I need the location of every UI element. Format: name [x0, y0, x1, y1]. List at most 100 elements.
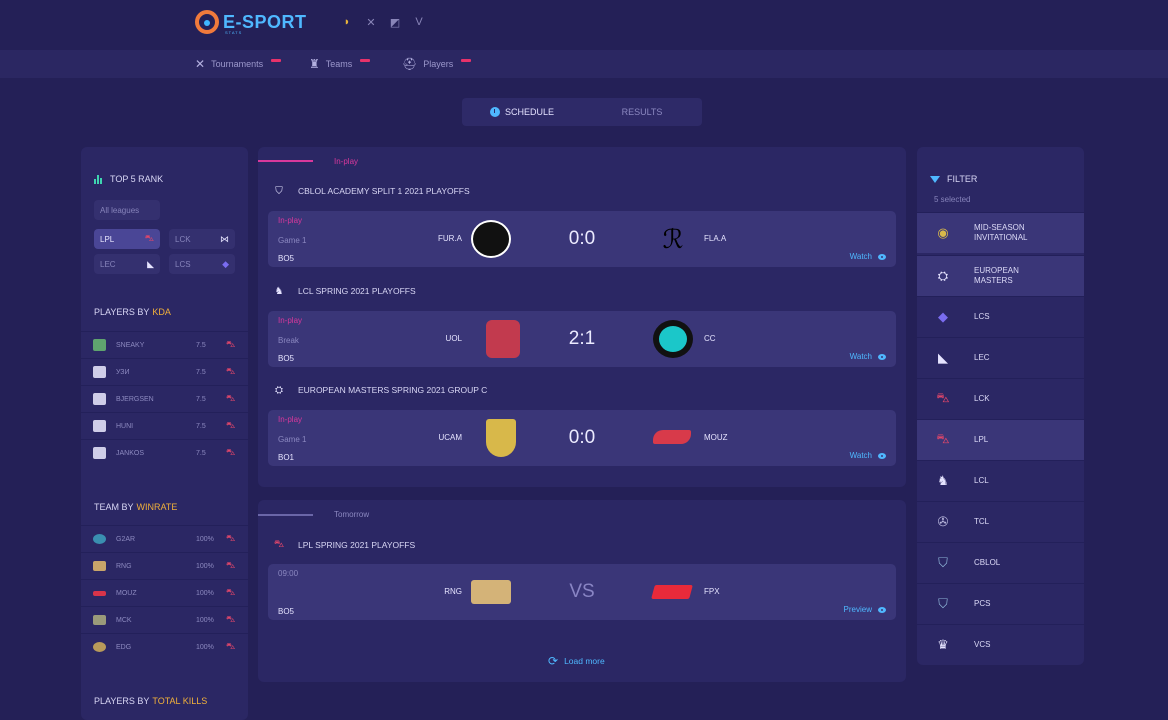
team-logo-icon	[93, 561, 106, 571]
filter-panel: FILTER 5 selected ◉ MID-SEASON INVITATION…	[917, 147, 1084, 665]
cblol-logo-icon: ⛉	[938, 555, 948, 570]
tcl-logo-icon: ✇	[937, 514, 949, 529]
valorant-icon[interactable]: V	[412, 15, 426, 29]
league-chip-lpl[interactable]: LPL ⛍	[94, 229, 160, 249]
match-card[interactable]: In-play Game 1 BO1 UCAM 0:0 MOUZ Watch	[268, 410, 896, 466]
lcl-logo-icon: ♞	[937, 473, 949, 488]
filter-item-lck[interactable]: ⛍ LCK	[917, 378, 1084, 419]
lec-logo-icon: ◣	[938, 350, 948, 365]
league-chip-label: LCK	[175, 234, 191, 244]
team2-name: CC	[704, 334, 716, 343]
filter-item-lcl[interactable]: ♞ LCL	[917, 460, 1084, 501]
filter-item-msi[interactable]: ◉ MID-SEASON INVITATIONAL	[917, 212, 1084, 253]
inplay-indicator	[258, 160, 313, 162]
em-logo-icon: ⛭	[937, 268, 949, 283]
list-item[interactable]: УЗИ 7.5 ⛍	[81, 358, 248, 385]
league-header[interactable]: ⛭ EUROPEAN MASTERS SPRING 2021 GROUP C	[268, 383, 487, 397]
list-item[interactable]: BJERGSEN 7.5 ⛍	[81, 385, 248, 412]
league-chip-lec[interactable]: LEC ◣	[94, 254, 160, 274]
lpl-logo-icon: ⛍	[226, 393, 236, 403]
match-card[interactable]: In-play Break BO5 UOL 2:1 CC Watch	[268, 311, 896, 367]
league-header[interactable]: ⛉ CBLOL ACADEMY SPLIT 1 2021 PLAYOFFS	[268, 184, 469, 198]
watch-label: Watch	[849, 252, 872, 261]
lcs-logo-icon: ◆	[222, 258, 229, 269]
watch-button[interactable]: Watch	[850, 252, 886, 261]
filter-item-label: CBLOL	[974, 558, 1001, 567]
league-chip-lck[interactable]: LCK ⋈	[169, 229, 235, 249]
lpl-logo-icon: ⛍	[226, 560, 236, 570]
list-item[interactable]: G2AR 100% ⛍	[81, 525, 248, 552]
league-chip-label: LCS	[175, 259, 191, 269]
preview-label: Preview	[843, 605, 872, 614]
list-item[interactable]: MCK 100% ⛍	[81, 606, 248, 633]
list-item[interactable]: JANKOS 7.5 ⛍	[81, 439, 248, 466]
pcs-logo-icon: ⛉	[938, 596, 948, 611]
nav-tournaments[interactable]: ✕ Tournaments	[195, 57, 282, 71]
filter-item-cblol[interactable]: ⛉ CBLOL	[917, 542, 1084, 583]
watch-button[interactable]: Watch	[850, 451, 886, 460]
filter-item-label: LEC	[974, 353, 990, 362]
filter-item-lpl[interactable]: ⛍ LPL	[917, 419, 1084, 460]
team-name: EDG	[116, 643, 132, 651]
filter-selected-count: 5 selected	[934, 195, 971, 204]
list-item[interactable]: MOUZ 100% ⛍	[81, 579, 248, 606]
lpl-logo-icon: ⛍	[226, 587, 236, 597]
lpl-logo-icon: ⛍	[226, 339, 236, 349]
filter-item-lcs[interactable]: ◆ LCS	[917, 296, 1084, 337]
all-leagues-chip[interactable]: All leagues	[94, 200, 160, 220]
watch-button[interactable]: Watch	[850, 352, 886, 361]
eye-icon	[878, 606, 886, 613]
filter-item-european-masters[interactable]: ⛭ EUROPEAN MASTERS	[917, 255, 1084, 296]
all-leagues-label: All leagues	[100, 205, 140, 215]
league-header[interactable]: ⛍ LPL SPRING 2021 PLAYOFFS	[268, 538, 415, 552]
tab-schedule-label: SCHEDULE	[504, 107, 554, 117]
list-item[interactable]: HUNI 7.5 ⛍	[81, 412, 248, 439]
team2-name: FLA.A	[704, 234, 727, 243]
filter-title: FILTER	[930, 174, 977, 184]
preview-button[interactable]: Preview	[844, 605, 886, 614]
filter-item-vcs[interactable]: ♛ VCS	[917, 624, 1084, 665]
team-by-hl: WINRATE	[136, 502, 178, 512]
new-badge	[360, 58, 371, 62]
tab-schedule[interactable]: SCHEDULE	[462, 98, 582, 126]
top5-title-text: TOP 5 RANK	[110, 174, 164, 184]
eye-icon	[878, 452, 886, 459]
avatar	[93, 366, 106, 378]
list-item[interactable]: SNEAKY 7.5 ⛍	[81, 331, 248, 358]
nav-players[interactable]: ⛑ Players	[402, 57, 472, 71]
match-card[interactable]: 09:00 BO5 RNG VS FPX Preview	[268, 564, 896, 620]
team1-name: UOL	[445, 334, 462, 343]
filter-item-tcl[interactable]: ✇ TCL	[917, 501, 1084, 542]
em-logo-icon: ⛭	[275, 384, 283, 396]
vcs-logo-icon: ♛	[937, 637, 949, 652]
team-name: MCK	[116, 616, 132, 624]
team-name: MOUZ	[116, 589, 137, 597]
game-switcher: ◗ ✕ ◩ V	[340, 15, 426, 29]
tab-results[interactable]: RESULTS	[582, 98, 702, 126]
match-card[interactable]: In-play Game 1 BO5 FUR.A 0:0 ℛ FLA.A Wat…	[268, 211, 896, 267]
league-header[interactable]: ♞ LCL SPRING 2021 PLAYOFFS	[268, 284, 416, 298]
filter-item-label: MID-SEASON INVITATIONAL	[974, 223, 1028, 242]
player-name: BJERGSEN	[116, 395, 154, 403]
match-status: In-play	[278, 316, 303, 325]
players-by-text: PLAYERS BY	[94, 307, 150, 317]
brand-logo[interactable]: E-SPORT STATS	[195, 10, 307, 35]
league-chip-lcs[interactable]: LCS ◆	[169, 254, 235, 274]
nav-teams[interactable]: ♜ Teams	[309, 57, 371, 71]
match-sub: Break	[278, 336, 299, 345]
avatar	[93, 447, 106, 459]
filter-item-lec[interactable]: ◣ LEC	[917, 337, 1084, 378]
match-format: BO5	[278, 254, 295, 263]
dota-icon[interactable]: ◩	[388, 15, 402, 29]
filter-item-label: EUROPEAN MASTERS	[974, 266, 1019, 285]
csgo-icon[interactable]: ✕	[364, 15, 378, 29]
filter-item-pcs[interactable]: ⛉ PCS	[917, 583, 1084, 624]
flamengo-logo-icon: ℛ	[653, 220, 693, 258]
clock-icon	[489, 107, 500, 117]
list-item[interactable]: RNG 100% ⛍	[81, 552, 248, 579]
lpl-logo-icon: ⛍	[226, 420, 236, 430]
kills-by-hl: TOTAL KILLS	[152, 696, 208, 706]
load-more-button[interactable]: ⟳ Load more	[548, 654, 605, 668]
lol-icon[interactable]: ◗	[340, 15, 354, 29]
list-item[interactable]: EDG 100% ⛍	[81, 633, 248, 660]
